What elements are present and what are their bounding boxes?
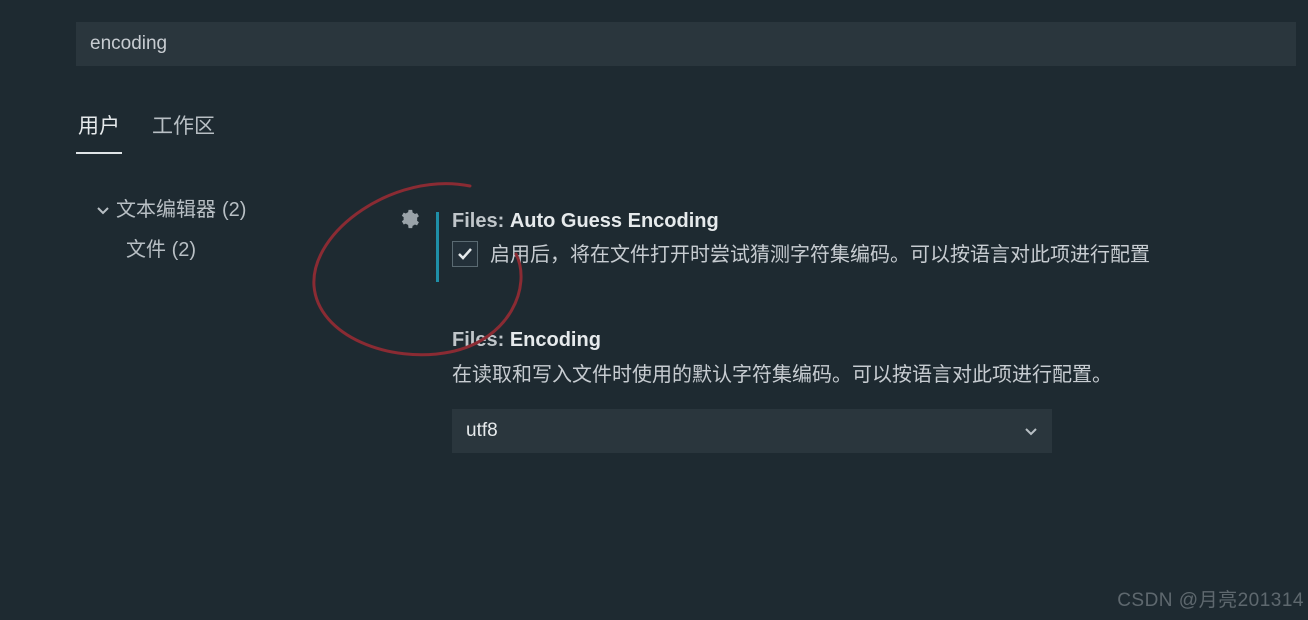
tree-item-label: 文件 — [126, 239, 166, 261]
setting-encoding: Files: Encoding 在读取和写入文件时使用的默认字符集编码。可以按语… — [452, 329, 1308, 453]
gear-icon[interactable] — [398, 208, 420, 230]
setting-description: 启用后，将在文件打开时尝试猜测字符集编码。可以按语言对此项进行配置 — [490, 241, 1150, 269]
tree-item-label: 文本编辑器 — [116, 190, 216, 230]
auto-guess-encoding-checkbox[interactable] — [452, 241, 478, 267]
dropdown-selected-value: utf8 — [466, 420, 498, 442]
setting-prefix: Files: — [452, 210, 504, 232]
tab-user[interactable]: 用户 — [76, 104, 122, 154]
setting-title: Files: Encoding — [452, 329, 1308, 352]
setting-name: Auto Guess Encoding — [510, 210, 719, 232]
encoding-dropdown[interactable]: utf8 — [452, 409, 1052, 453]
settings-scope-tabs: 用户 工作区 — [76, 104, 217, 154]
tree-item-count: (2) — [222, 190, 246, 230]
chevron-down-icon — [96, 203, 110, 217]
setting-prefix: Files: — [452, 329, 504, 351]
tree-item-text-editor[interactable]: 文本编辑器 (2) — [96, 190, 246, 230]
setting-description: 在读取和写入文件时使用的默认字符集编码。可以按语言对此项进行配置。 — [452, 358, 1308, 387]
tree-item-count: (2) — [172, 239, 196, 261]
tree-item-files[interactable]: 文件 (2) — [126, 230, 246, 270]
watermark-text: CSDN @月亮201314 — [1117, 585, 1308, 612]
setting-name: Encoding — [510, 329, 601, 351]
setting-auto-guess-encoding: Files: Auto Guess Encoding 启用后，将在文件打开时尝试… — [398, 210, 1308, 269]
settings-tree: 文本编辑器 (2) 文件 (2) — [96, 190, 246, 270]
setting-title: Files: Auto Guess Encoding — [452, 210, 1308, 233]
chevron-down-icon — [1024, 424, 1038, 438]
settings-search-input[interactable] — [76, 22, 1296, 66]
modified-indicator — [436, 212, 439, 282]
tab-workspace[interactable]: 工作区 — [150, 104, 217, 154]
settings-content: Files: Auto Guess Encoding 启用后，将在文件打开时尝试… — [398, 210, 1308, 453]
